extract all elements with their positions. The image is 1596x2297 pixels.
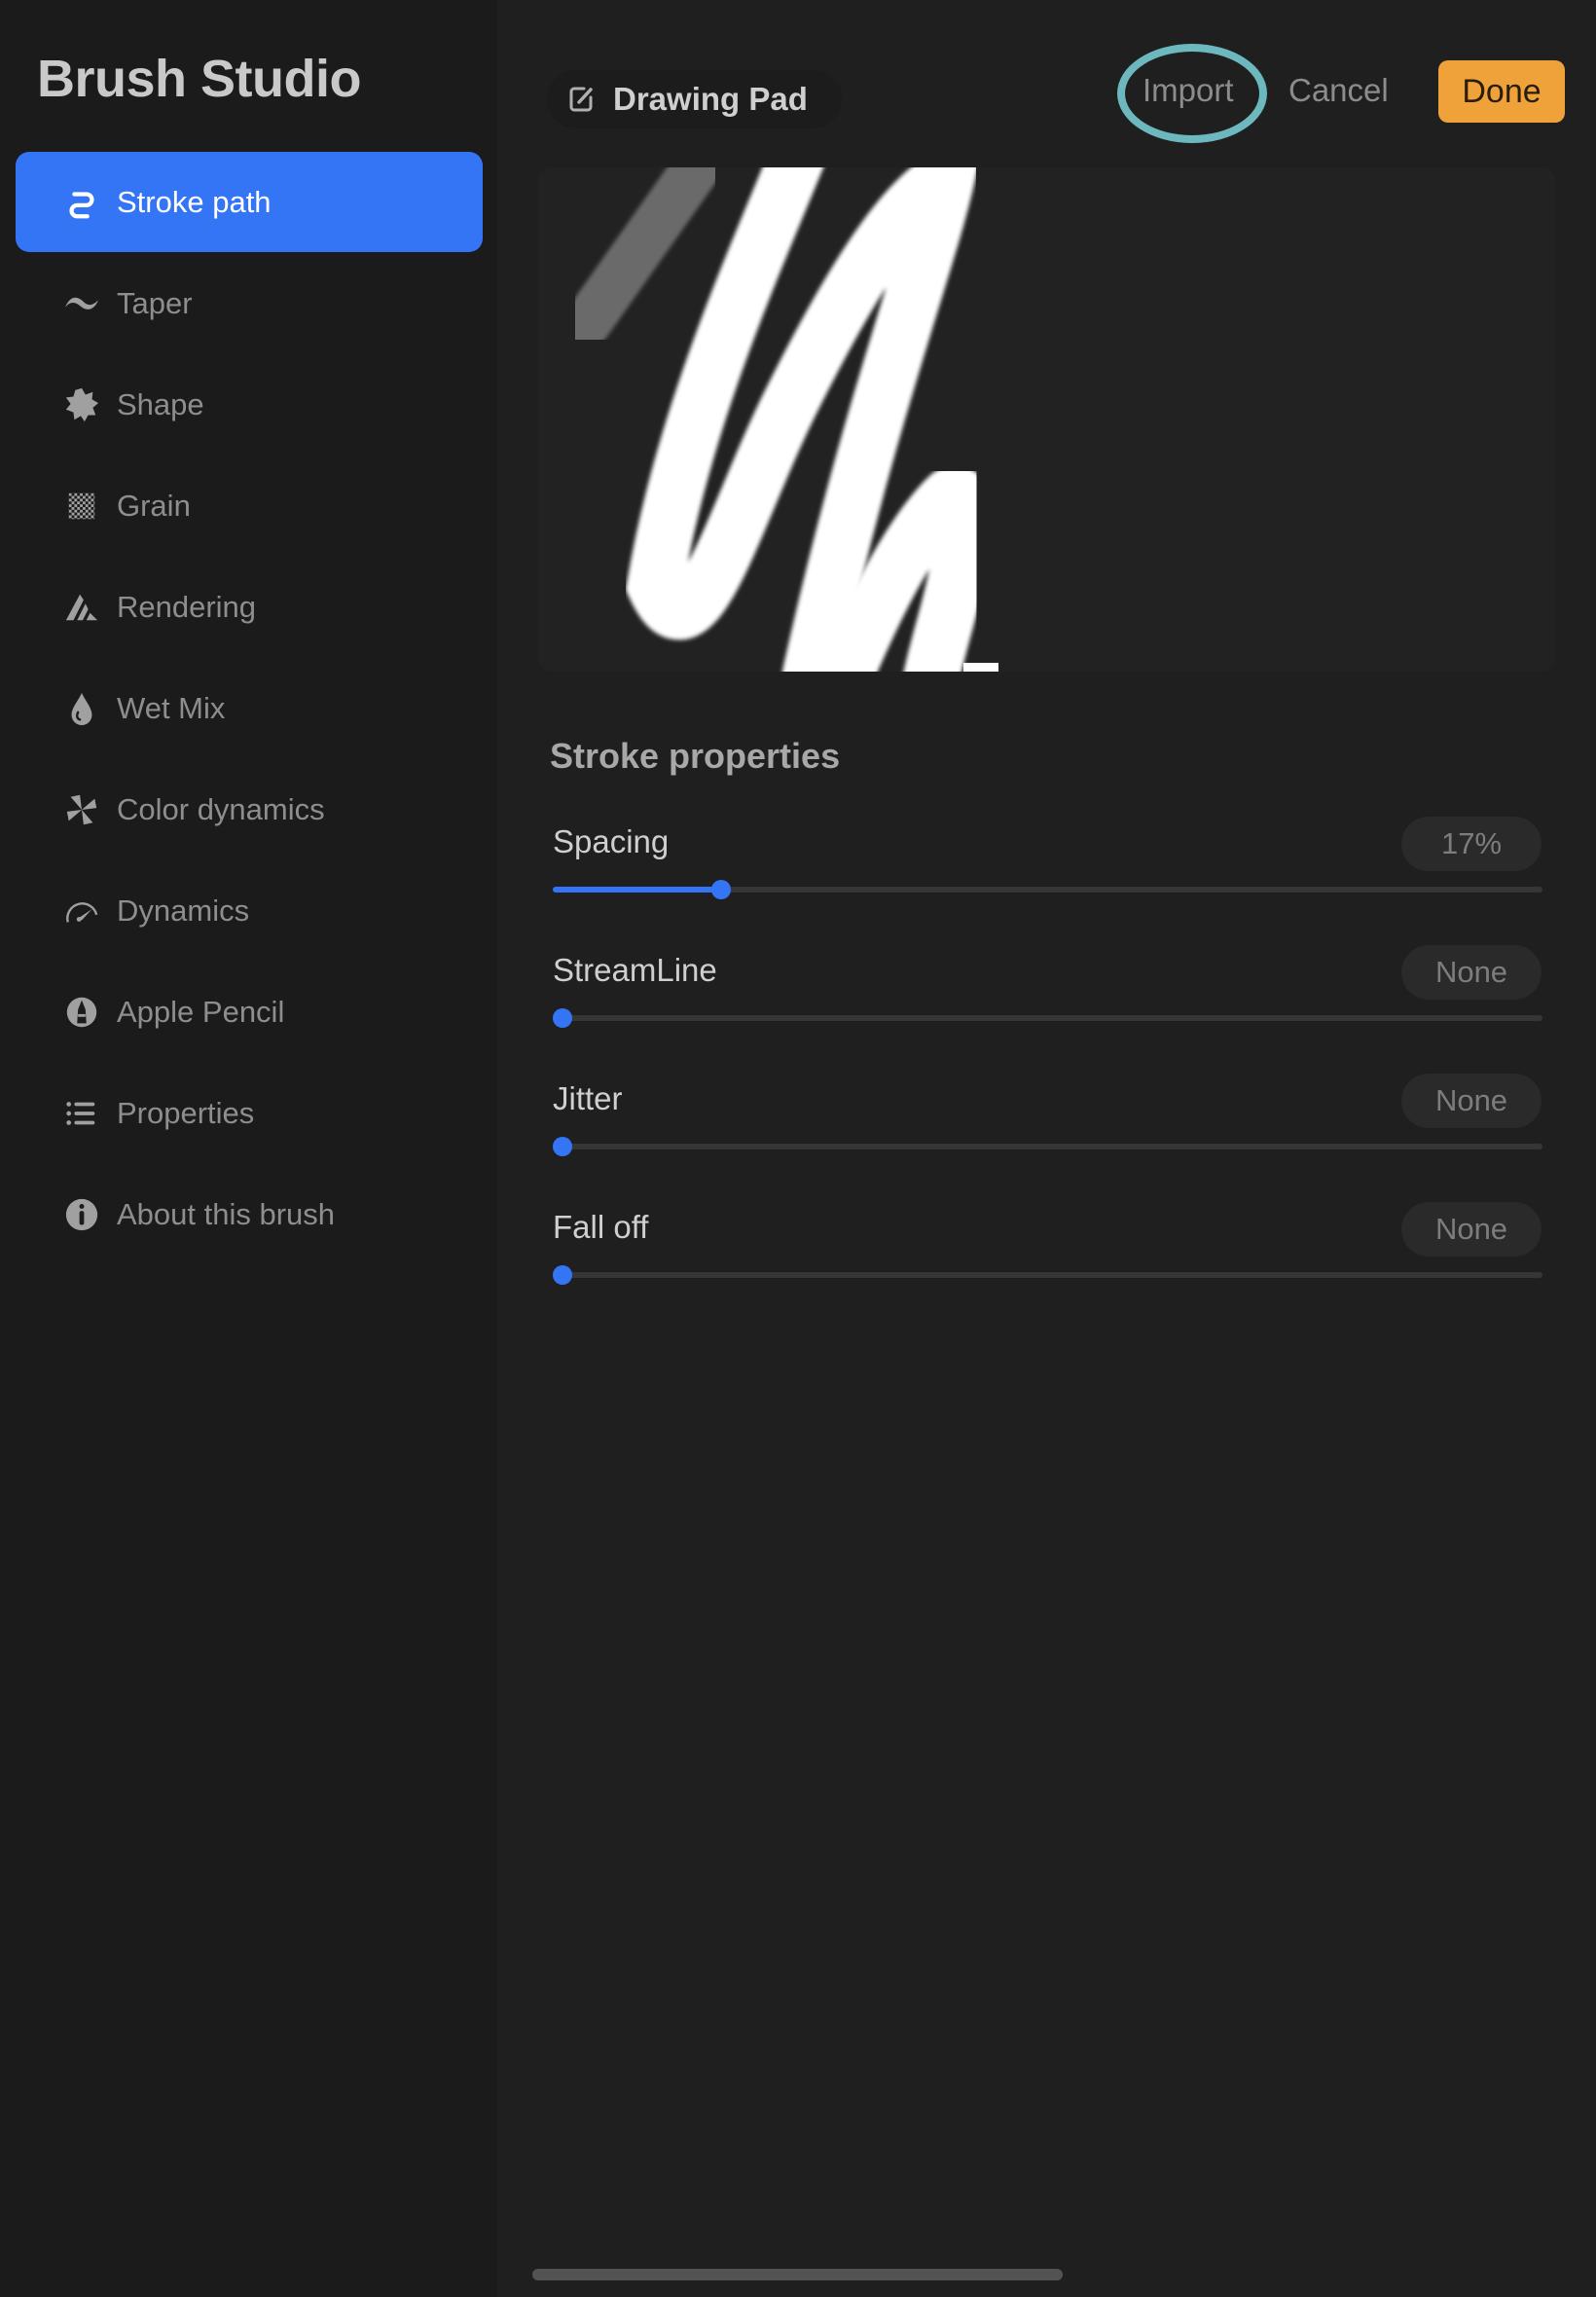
sidebar-item-label: About this brush bbox=[117, 1196, 336, 1231]
sidebar-item-stroke-path[interactable]: Stroke path bbox=[16, 152, 483, 252]
sidebar-item-rendering[interactable]: Rendering bbox=[16, 557, 483, 657]
home-indicator[interactable] bbox=[532, 2269, 1063, 2280]
brush-stroke-preview bbox=[562, 167, 1019, 672]
info-icon bbox=[62, 1195, 101, 1234]
streamline-slider-thumb[interactable] bbox=[553, 1008, 572, 1028]
streamline-value[interactable]: None bbox=[1401, 945, 1542, 1000]
sidebar: Brush Studio Stroke path Taper Shape Gra… bbox=[0, 0, 497, 2297]
fall-off-label: Fall off bbox=[553, 1209, 649, 1245]
wet-mix-icon bbox=[62, 689, 101, 728]
color-dynamics-icon bbox=[62, 790, 101, 829]
spacing-slider[interactable] bbox=[553, 880, 1542, 899]
done-button[interactable]: Done bbox=[1438, 60, 1565, 123]
taper-icon bbox=[62, 284, 101, 323]
stroke-path-icon bbox=[62, 183, 101, 222]
sidebar-item-properties[interactable]: Properties bbox=[16, 1063, 483, 1163]
fall-off-value[interactable]: None bbox=[1401, 1202, 1542, 1257]
section-title-stroke-properties: Stroke properties bbox=[550, 736, 841, 776]
import-button[interactable]: Import bbox=[1143, 72, 1234, 109]
sidebar-item-label: Dynamics bbox=[117, 893, 250, 928]
jitter-slider-thumb[interactable] bbox=[553, 1137, 572, 1156]
dynamics-icon bbox=[62, 892, 101, 930]
sidebar-item-label: Rendering bbox=[117, 589, 257, 624]
sidebar-item-label: Wet Mix bbox=[117, 690, 226, 725]
sidebar-item-label: Color dynamics bbox=[117, 791, 325, 826]
sidebar-item-wet-mix[interactable]: Wet Mix bbox=[16, 658, 483, 758]
sidebar-item-grain[interactable]: Grain bbox=[16, 456, 483, 556]
spacing-slider-thumb[interactable] bbox=[710, 880, 731, 899]
spacing-label: Spacing bbox=[553, 823, 670, 859]
fall-off-slider[interactable] bbox=[553, 1265, 1542, 1285]
streamline-slider[interactable] bbox=[553, 1008, 1542, 1028]
jitter-value[interactable]: None bbox=[1401, 1074, 1542, 1128]
sidebar-item-dynamics[interactable]: Dynamics bbox=[16, 860, 483, 961]
spacing-value[interactable]: 17% bbox=[1401, 817, 1542, 871]
jitter-label: Jitter bbox=[553, 1080, 623, 1116]
edit-icon bbox=[566, 84, 598, 115]
sidebar-item-shape[interactable]: Shape bbox=[16, 354, 483, 455]
sidebar-item-taper[interactable]: Taper bbox=[16, 253, 483, 353]
document-name-button[interactable]: Drawing Pad bbox=[547, 70, 842, 128]
fall-off-slider-thumb[interactable] bbox=[553, 1265, 572, 1285]
sidebar-item-label: Stroke path bbox=[117, 184, 272, 219]
app-title: Brush Studio bbox=[37, 50, 361, 108]
document-name: Drawing Pad bbox=[613, 81, 808, 117]
sidebar-item-label: Grain bbox=[117, 488, 191, 523]
sidebar-item-label: Properties bbox=[117, 1095, 255, 1130]
spacing-slider-fill bbox=[553, 887, 721, 893]
cancel-button[interactable]: Cancel bbox=[1288, 72, 1389, 109]
rendering-icon bbox=[62, 588, 101, 627]
apple-pencil-icon bbox=[62, 993, 101, 1032]
drawing-pad-preview[interactable] bbox=[538, 167, 1555, 672]
grain-icon bbox=[62, 487, 101, 526]
jitter-slider[interactable] bbox=[553, 1137, 1542, 1156]
sidebar-item-apple-pencil[interactable]: Apple Pencil bbox=[16, 962, 483, 1062]
shape-icon bbox=[62, 385, 101, 424]
sidebar-item-color-dynamics[interactable]: Color dynamics bbox=[16, 759, 483, 859]
sidebar-item-about[interactable]: About this brush bbox=[16, 1164, 483, 1264]
sidebar-item-label: Shape bbox=[117, 386, 204, 421]
sidebar-item-label: Taper bbox=[117, 285, 193, 320]
streamline-label: StreamLine bbox=[553, 952, 717, 988]
properties-icon bbox=[62, 1094, 101, 1133]
sidebar-item-label: Apple Pencil bbox=[117, 994, 285, 1029]
